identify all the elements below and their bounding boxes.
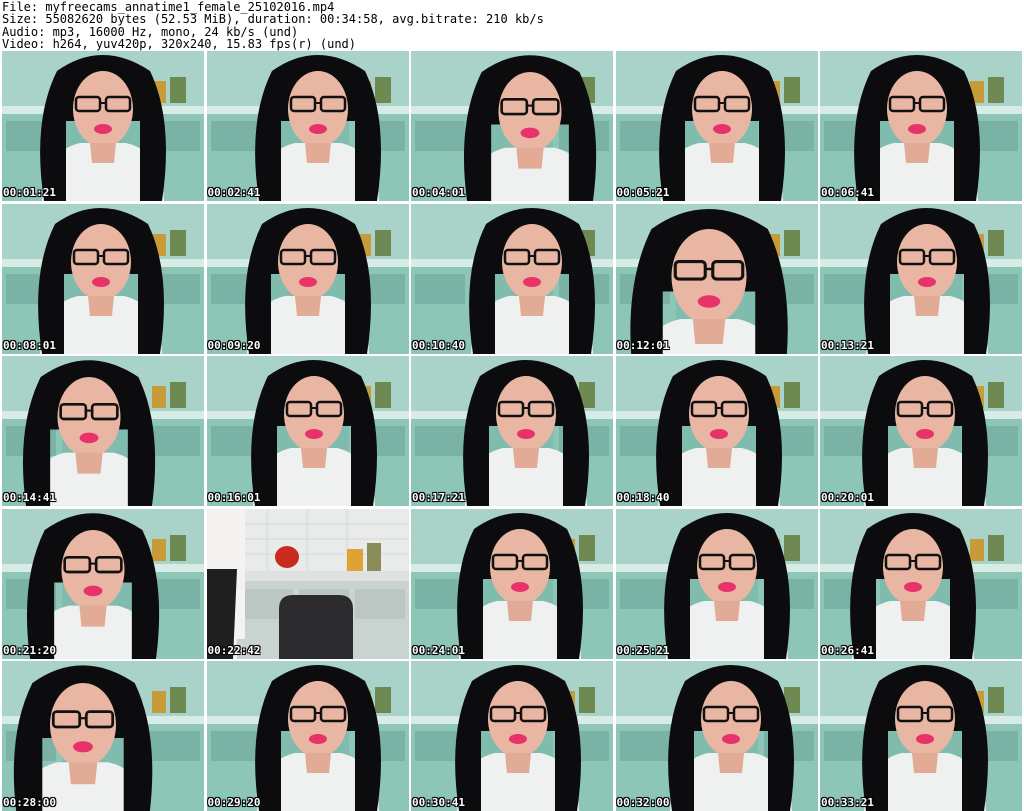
video-thumbnail: 00:18:40 [615,356,818,506]
video-thumbnail: 00:30:41 [411,661,613,811]
thumbnail-timestamp: 00:05:21 [616,186,670,199]
video-frame-image [411,51,613,201]
thumbnail-timestamp: 00:18:40 [616,491,670,504]
thumbnail-timestamp: 00:30:41 [412,796,465,809]
video-frame-image [615,508,818,659]
video-frame-image [820,661,1022,811]
video-thumbnail: 00:21:20 [2,508,204,659]
video-frame-image [615,661,818,811]
video-thumbnail: 00:17:21 [411,356,613,506]
video-frame-image [411,356,613,506]
thumbnail-timestamp: 00:10:40 [412,338,465,352]
video-frame-image [820,203,1022,354]
video-thumbnail: 00:01:21 [2,51,204,201]
video-frame-image [411,508,613,659]
thumbnail-grid: 00:01:21 00:02:41 00:04:01 00:05:21 00:0… [2,51,1022,811]
video-thumbnail: 00:10:40 [411,203,613,354]
video-thumbnail: 00:26:41 [820,508,1022,659]
thumbnail-timestamp: 00:13:21 [821,338,874,352]
video-info-line: Video: h264, yuv420p, 320x240, 15.83 fps… [2,37,357,52]
thumbnail-timestamp: 00:16:01 [207,491,261,504]
thumbnail-timestamp: 00:29:20 [207,796,261,809]
thumbnail-timestamp: 00:08:01 [3,338,56,352]
thumbnail-timestamp: 00:28:00 [3,796,56,809]
video-frame-image [2,51,204,201]
video-thumbnail: 00:02:41 [206,51,409,201]
video-frame-image [411,661,613,811]
video-frame-image [206,356,409,506]
file-info-header: File: myfreecams_annatime1_female_251020… [0,0,1024,52]
video-frame-image [615,51,818,201]
video-frame-image [411,203,613,354]
video-thumbnail: 00:24:01 [411,508,613,659]
video-frame-image [2,203,204,354]
video-thumbnail: 00:29:20 [206,661,409,811]
video-thumbnail: 00:22:42 [206,508,409,659]
file-size-line: Size: 55082620 bytes (52.53 MiB), durati… [2,12,544,27]
thumbnail-timestamp: 00:33:21 [821,796,874,809]
video-thumbnail: 00:13:21 [820,203,1022,354]
video-frame-image [2,356,204,506]
thumbnail-timestamp: 00:17:21 [412,491,465,504]
video-frame-image [615,356,818,506]
video-thumbnail: 00:33:21 [820,661,1022,811]
video-frame-image [206,51,409,201]
thumbnail-timestamp: 00:14:41 [3,491,56,504]
thumbnail-timestamp: 00:21:20 [3,643,56,657]
video-thumbnail: 00:14:41 [2,356,204,506]
video-thumbnail: 00:28:00 [2,661,204,811]
video-frame-image [206,508,409,659]
video-frame-image [820,356,1022,506]
thumbnail-timestamp: 00:26:41 [821,643,874,657]
thumbnail-timestamp: 00:04:01 [412,186,465,199]
thumbnail-timestamp: 00:25:21 [616,643,670,657]
thumbnail-timestamp: 00:06:41 [821,186,874,199]
video-frame-image [206,203,409,354]
thumbnail-timestamp: 00:01:21 [3,186,56,199]
video-frame-image [2,508,204,659]
thumbnail-timestamp: 00:20:01 [821,491,874,504]
video-thumbnail: 00:08:01 [2,203,204,354]
thumbnail-timestamp: 00:22:42 [207,643,261,657]
thumbnail-timestamp: 00:12:01 [616,338,670,352]
video-frame-image [820,51,1022,201]
thumbnail-timestamp: 00:02:41 [207,186,261,199]
video-frame-image [615,203,818,354]
thumbnail-timestamp: 00:09:20 [207,338,261,352]
video-frame-image [820,508,1022,659]
video-thumbnail: 00:25:21 [615,508,818,659]
video-thumbnail: 00:12:01 [615,203,818,354]
thumbnail-timestamp: 00:32:00 [616,796,670,809]
video-thumbnail: 00:16:01 [206,356,409,506]
video-thumbnail: 00:04:01 [411,51,613,201]
video-frame-image [206,661,409,811]
video-frame-image [2,661,204,811]
video-thumbnail: 00:20:01 [820,356,1022,506]
thumbnail-timestamp: 00:24:01 [412,643,465,657]
video-thumbnail: 00:05:21 [615,51,818,201]
video-thumbnail: 00:09:20 [206,203,409,354]
video-thumbnail: 00:32:00 [615,661,818,811]
video-thumbnail: 00:06:41 [820,51,1022,201]
